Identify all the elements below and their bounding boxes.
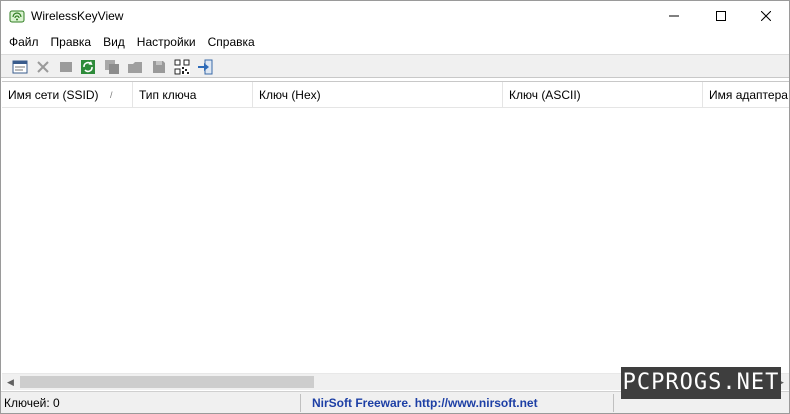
column-header-ssid[interactable]: Имя сети (SSID) <box>2 82 133 108</box>
column-header-key-hex[interactable]: Ключ (Hex) <box>253 82 503 108</box>
exit-icon[interactable] <box>196 58 214 76</box>
column-label: Имя адаптера <box>709 88 788 102</box>
maximize-icon <box>716 11 726 21</box>
column-header-adapter-name[interactable]: Имя адаптера <box>703 82 789 108</box>
column-label: Ключ (Hex) <box>259 88 321 102</box>
minimize-icon <box>669 15 679 17</box>
menu-options[interactable]: Настройки <box>131 32 202 52</box>
copy-icon[interactable] <box>57 58 75 76</box>
key-count-status: Ключей: 0 <box>4 396 60 410</box>
menu-help[interactable]: Справка <box>202 32 261 52</box>
close-icon <box>761 11 771 21</box>
delete-icon[interactable] <box>34 58 52 76</box>
wifi-key-app-icon <box>9 8 25 24</box>
column-label: Ключ (ASCII) <box>509 88 581 102</box>
toolbar <box>1 54 789 78</box>
copy-keys-icon[interactable] <box>103 58 121 76</box>
menu-edit[interactable]: Правка <box>45 32 98 52</box>
keys-list[interactable]: Имя сети (SSID) / Тип ключа Ключ (Hex) К… <box>2 81 789 373</box>
column-header-key-ascii[interactable]: Ключ (ASCII) <box>503 82 703 108</box>
html-report-icon[interactable] <box>11 58 29 76</box>
window-title: WirelessKeyView <box>31 9 124 23</box>
menu-view[interactable]: Вид <box>97 32 131 52</box>
status-divider <box>300 394 301 412</box>
scroll-left-icon[interactable]: ◀ <box>2 374 19 391</box>
scrollbar-thumb[interactable] <box>20 376 314 388</box>
watermark-logo: PCPROGS.NET <box>621 367 781 399</box>
status-divider <box>613 394 614 412</box>
qr-code-icon[interactable] <box>173 58 191 76</box>
menu-file[interactable]: Файл <box>3 32 45 52</box>
save-icon[interactable] <box>150 58 168 76</box>
minimize-button[interactable] <box>651 1 697 31</box>
menu-bar: Файл Правка Вид Настройки Справка <box>1 32 789 52</box>
app-window: WirelessKeyView Файл Правка Вид Настройк… <box>0 0 790 414</box>
column-label: Тип ключа <box>139 88 197 102</box>
refresh-icon[interactable] <box>79 58 97 76</box>
list-header: Имя сети (SSID) / Тип ключа Ключ (Hex) К… <box>2 82 789 108</box>
title-bar[interactable]: WirelessKeyView <box>1 1 789 31</box>
close-button[interactable] <box>743 1 789 31</box>
column-label: Имя сети (SSID) <box>8 88 99 102</box>
sort-indicator-icon: / <box>110 90 113 100</box>
column-header-key-type[interactable]: Тип ключа <box>133 82 253 108</box>
nirsoft-link[interactable]: NirSoft Freeware. http://www.nirsoft.net <box>309 394 538 412</box>
maximize-button[interactable] <box>698 1 744 31</box>
folder-icon[interactable] <box>126 58 144 76</box>
